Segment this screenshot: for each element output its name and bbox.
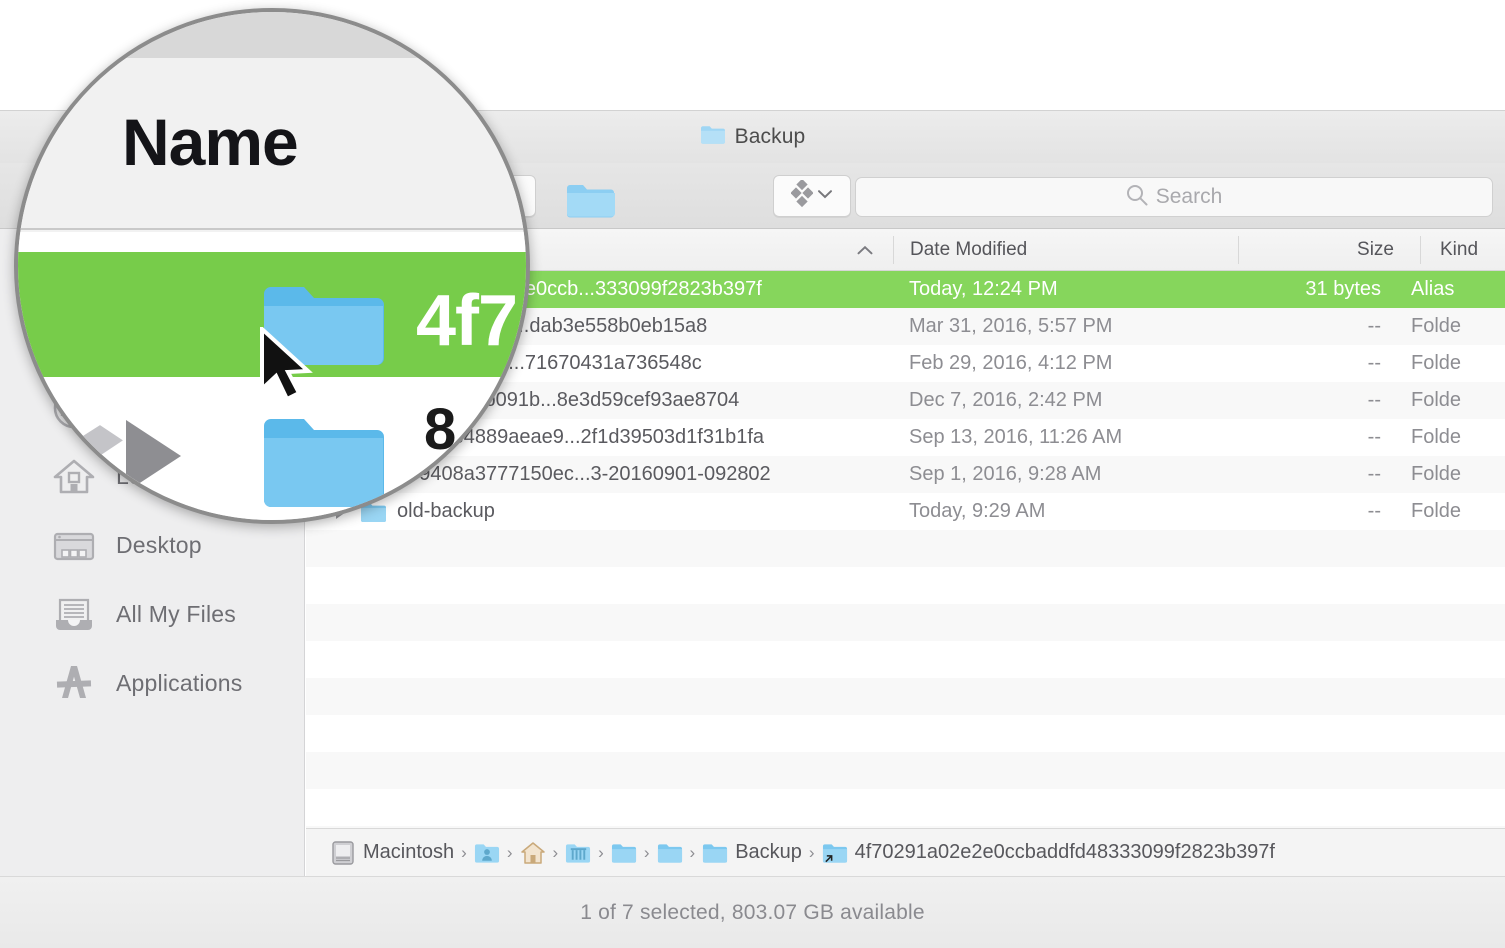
- blue-folder-icon: [657, 842, 683, 864]
- file-size-cell: --: [1206, 308, 1381, 345]
- page-title: Backup: [735, 125, 806, 149]
- action-menu-button[interactable]: [773, 175, 851, 217]
- search-icon: [1126, 184, 1148, 211]
- breadcrumb-label: 4f70291a02e2e0ccbaddfd48333099f2823b397f: [855, 841, 1275, 864]
- file-date-cell: Today, 12:24 PM: [909, 271, 1058, 308]
- chevron-down-icon: [817, 187, 833, 205]
- breadcrumb-separator: ›: [598, 843, 604, 863]
- blue-folder-icon: [611, 842, 637, 864]
- dropbox-diamonds-icon: [791, 180, 813, 213]
- breadcrumb-label: Macintosh: [363, 841, 454, 864]
- file-kind-cell: Folde: [1411, 382, 1461, 419]
- file-size-cell: --: [1206, 419, 1381, 456]
- users-folder-icon: [474, 842, 500, 864]
- breadcrumb-separator: ›: [461, 843, 467, 863]
- file-date-cell: Mar 31, 2016, 5:57 PM: [909, 308, 1112, 345]
- search-placeholder: Search: [1156, 185, 1223, 209]
- sort-indicator: [856, 229, 874, 271]
- breadcrumb-label: Backup: [735, 841, 802, 864]
- blue-folder-icon: [702, 842, 728, 864]
- library-folder-icon: [565, 842, 591, 864]
- file-size-cell: --: [1206, 456, 1381, 493]
- file-kind-cell: Folde: [1411, 419, 1461, 456]
- file-size-cell: --: [1206, 493, 1381, 530]
- status-bar: 1 of 7 selected, 803.07 GB available: [0, 876, 1505, 948]
- file-date-cell: Today, 9:29 AM: [909, 493, 1045, 530]
- hard-drive-icon: [330, 840, 356, 866]
- home-folder-icon: [520, 841, 546, 865]
- file-kind-cell: Alias: [1411, 271, 1454, 308]
- file-kind-cell: Folde: [1411, 456, 1461, 493]
- column-header-kind[interactable]: Kind: [1440, 229, 1478, 271]
- magnified-gap: [18, 232, 526, 252]
- breadcrumb-item[interactable]: [565, 842, 591, 864]
- status-text: 1 of 7 selected, 803.07 GB available: [580, 901, 925, 925]
- breadcrumb-item[interactable]: [474, 842, 500, 864]
- breadcrumb[interactable]: Macintosh › › › › › › Backup › 4f70291a02e2e0ccba…: [306, 828, 1505, 876]
- breadcrumb-separator: ›: [507, 843, 513, 863]
- file-kind-cell: Folde: [1411, 493, 1461, 530]
- magnified-titlebar-strip: [18, 12, 526, 58]
- empty-row[interactable]: [306, 604, 1505, 641]
- breadcrumb-separator: ›: [644, 843, 650, 863]
- search-input[interactable]: Search: [855, 177, 1493, 217]
- empty-row[interactable]: [306, 530, 1505, 567]
- sidebar-item-label: Applications: [116, 670, 242, 697]
- applications-icon: [52, 662, 96, 706]
- empty-row[interactable]: [306, 789, 1505, 826]
- column-header-date-modified[interactable]: Date Modified: [910, 229, 1027, 271]
- file-size-cell: --: [1206, 382, 1381, 419]
- sidebar-item-label: Desktop: [116, 532, 202, 559]
- empty-row[interactable]: [306, 752, 1505, 789]
- magnified-glyph: 8: [424, 396, 456, 463]
- empty-row[interactable]: [306, 715, 1505, 752]
- column-divider[interactable]: [1420, 236, 1421, 264]
- breadcrumb-separator: ›: [690, 843, 696, 863]
- magnifier-loupe: Name 4f7: [14, 8, 530, 524]
- blue-folder-icon: [566, 208, 616, 225]
- sidebar-item-label: All My Files: [116, 601, 236, 628]
- column-divider[interactable]: [893, 236, 894, 264]
- window-title-group: Backup: [700, 124, 806, 151]
- breadcrumb-item[interactable]: 4f70291a02e2e0ccbaddfd48333099f2823b397f: [822, 841, 1275, 864]
- empty-row[interactable]: [306, 678, 1505, 715]
- file-kind-cell: Folde: [1411, 345, 1461, 382]
- column-header-size[interactable]: Size: [1238, 229, 1408, 271]
- dropbox-icon: [28, 412, 124, 513]
- breadcrumb-item[interactable]: Backup: [702, 841, 802, 864]
- empty-row[interactable]: [306, 567, 1505, 604]
- blue-folder-icon: [261, 410, 386, 524]
- blue-folder-alias-icon: [822, 842, 848, 864]
- triangle-right-icon[interactable]: [126, 420, 181, 492]
- arrow-cursor-icon: [256, 327, 318, 408]
- folder-icon: [700, 124, 726, 151]
- dropbox-folder-button[interactable]: [566, 181, 616, 226]
- breadcrumb-item[interactable]: [520, 841, 546, 865]
- breadcrumb-separator: ›: [809, 843, 815, 863]
- file-size-cell: 31 bytes: [1206, 271, 1381, 308]
- breadcrumb-item[interactable]: [611, 842, 637, 864]
- file-kind-cell: Folde: [1411, 308, 1461, 345]
- file-date-cell: Sep 13, 2016, 11:26 AM: [909, 419, 1122, 456]
- magnified-filename-fragment: 4f7: [416, 280, 517, 362]
- all-my-files-icon: [52, 593, 96, 637]
- file-date-cell: Dec 7, 2016, 2:42 PM: [909, 382, 1102, 419]
- empty-row[interactable]: [306, 641, 1505, 678]
- magnified-name-header-label: Name: [122, 104, 298, 180]
- file-date-cell: Sep 1, 2016, 9:28 AM: [909, 456, 1101, 493]
- file-size-cell: --: [1206, 345, 1381, 382]
- breadcrumb-item[interactable]: [657, 842, 683, 864]
- breadcrumb-separator: ›: [553, 843, 559, 863]
- screen: Backup: [0, 0, 1505, 948]
- file-date-cell: Feb 29, 2016, 4:12 PM: [909, 345, 1112, 382]
- desktop-icon: [52, 524, 96, 568]
- sidebar-item-applications[interactable]: Applications: [0, 649, 304, 718]
- breadcrumb-item[interactable]: Macintosh: [330, 840, 454, 866]
- sidebar-item-all-my-files[interactable]: All My Files: [0, 580, 304, 649]
